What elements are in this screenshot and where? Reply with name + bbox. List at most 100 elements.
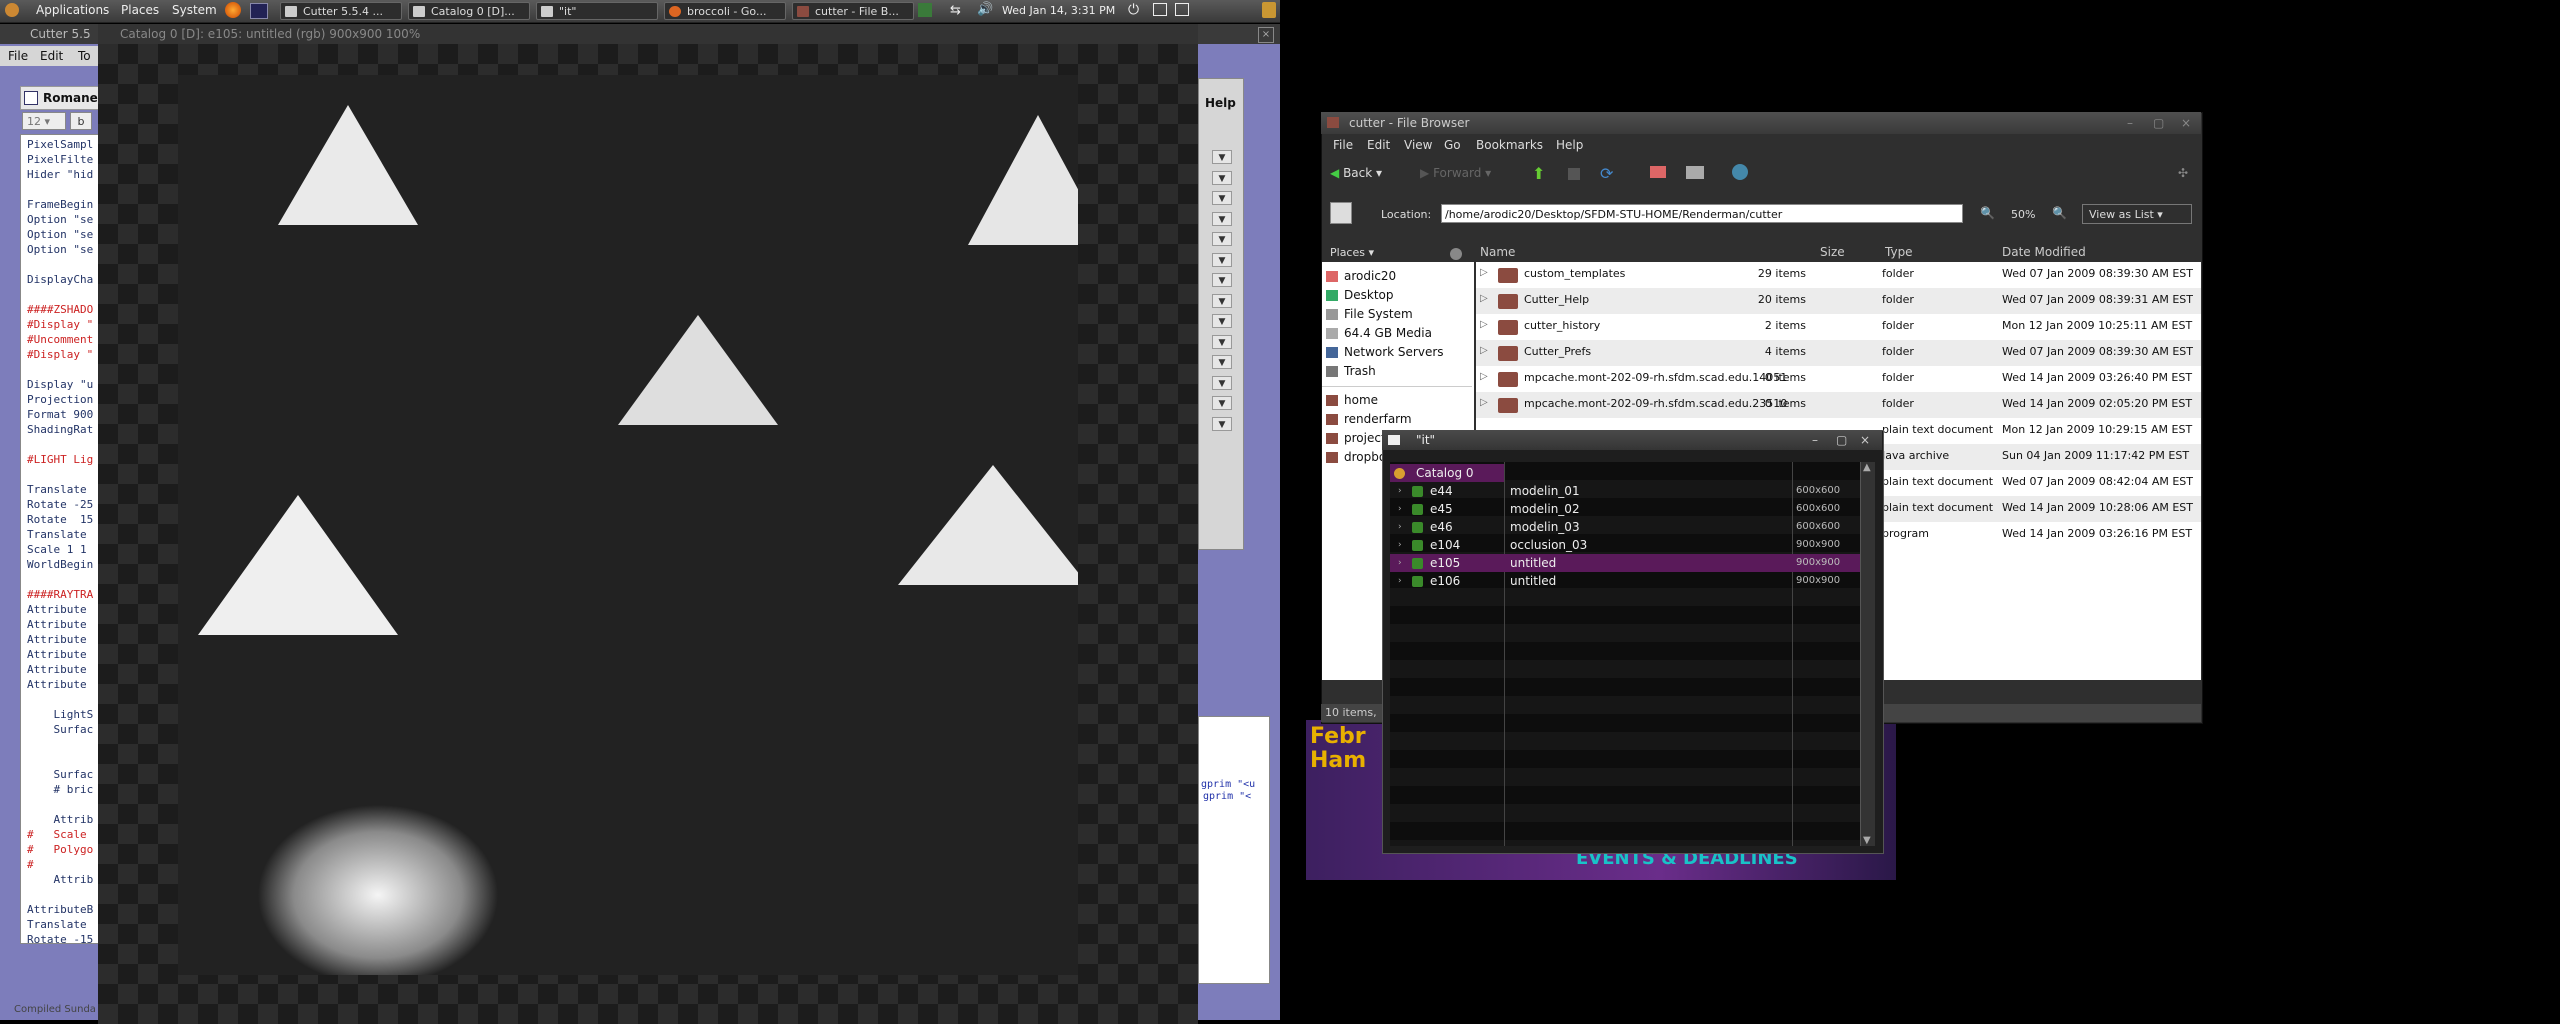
dropdown-arrow-icon[interactable]: ▼: [1212, 170, 1232, 185]
bold-button[interactable]: b: [70, 112, 92, 130]
zoom-out-icon[interactable]: 🔍: [1980, 206, 1995, 220]
volume-icon[interactable]: 🔊: [977, 2, 993, 17]
dropdown-arrow-icon[interactable]: ▼: [1212, 273, 1232, 287]
dropdown-arrow-icon[interactable]: ▼: [1212, 355, 1232, 369]
expander-icon[interactable]: ›: [1398, 536, 1402, 554]
scroll-up-icon[interactable]: ▲: [1863, 462, 1871, 473]
doc-tab[interactable]: Romanes: [20, 86, 105, 110]
firefox-icon[interactable]: [225, 2, 241, 18]
catalog-item[interactable]: › e106 untitled 900x900: [1390, 572, 1860, 590]
expander-icon[interactable]: ▷: [1480, 319, 1488, 330]
fb-menu-bookmarks[interactable]: Bookmarks: [1476, 138, 1543, 152]
task-cutter[interactable]: Cutter 5.5.4 ...: [280, 2, 402, 20]
expander-icon[interactable]: ▷: [1480, 267, 1488, 278]
stop-icon[interactable]: [1568, 168, 1580, 180]
catalog-item[interactable]: › e44 modelin_01 600x600: [1390, 482, 1860, 500]
close-icon[interactable]: ×: [1258, 27, 1274, 43]
fb-menu-file[interactable]: File: [1333, 138, 1353, 152]
show-desktop-icon[interactable]: [1153, 3, 1167, 16]
dropdown-arrow-icon[interactable]: ▼: [1212, 396, 1232, 410]
up-icon[interactable]: ⬆: [1532, 164, 1545, 183]
code-editor[interactable]: PixelSampl PixelFilte Hider "hid FrameBegin…: [20, 134, 102, 944]
computer-icon[interactable]: [1686, 166, 1704, 179]
expander-icon[interactable]: ▷: [1480, 371, 1488, 382]
minimize-icon[interactable]: –: [1812, 430, 1818, 450]
fb-menu-go[interactable]: Go: [1444, 138, 1461, 152]
edit-location-icon[interactable]: [1330, 202, 1352, 224]
dropdown-arrow-icon[interactable]: ▼: [1212, 232, 1232, 246]
dropdown-arrow-icon[interactable]: ▼: [1212, 150, 1232, 164]
catalog-item[interactable]: › e104 occlusion_03 900x900: [1390, 536, 1860, 554]
place-item[interactable]: 64.4 GB Media: [1322, 325, 1472, 343]
workspace-icon[interactable]: [918, 3, 932, 17]
zoom-level[interactable]: 50%: [2011, 208, 2035, 221]
close-sidebar-icon[interactable]: [1450, 248, 1462, 260]
network-icon[interactable]: ⇆: [950, 3, 961, 18]
place-item[interactable]: Desktop: [1322, 287, 1472, 305]
expander-icon[interactable]: ▷: [1480, 293, 1488, 304]
fb-menu-edit[interactable]: Edit: [1367, 138, 1390, 152]
place-item[interactable]: Network Servers: [1322, 344, 1472, 362]
clock[interactable]: Wed Jan 14, 3:31 PM: [1002, 4, 1115, 17]
view-mode-select[interactable]: View as List ▾: [2082, 204, 2192, 224]
place-item[interactable]: File System: [1322, 306, 1472, 324]
catalog-item[interactable]: › e105 untitled 900x900: [1390, 554, 1860, 572]
dropdown-arrow-icon[interactable]: ▼: [1212, 416, 1232, 431]
catalog-root[interactable]: Catalog 0: [1390, 464, 1504, 482]
font-size-select[interactable]: 12 ▾: [22, 112, 66, 130]
fb-menu-view[interactable]: View: [1404, 138, 1432, 152]
file-row[interactable]: ▷ mpcache.mont-202-09-rh.sfdm.scad.edu.23…: [1476, 392, 2201, 418]
file-row[interactable]: ▷ cutter_history 2 items folder Mon 12 Jan 2…: [1476, 314, 2201, 340]
close-icon[interactable]: ×: [2181, 112, 2191, 134]
it-scrollbar[interactable]: ▲ ▼: [1860, 462, 1875, 846]
search-icon[interactable]: [1732, 164, 1748, 180]
dropdown-arrow-icon[interactable]: ▼: [1212, 191, 1232, 205]
forward-button[interactable]: ▶ Forward ▾: [1420, 166, 1491, 180]
catalog-item[interactable]: › e45 modelin_02 600x600: [1390, 500, 1860, 518]
place-item[interactable]: arodic20: [1322, 268, 1472, 286]
dropdown-arrow-icon[interactable]: ▼: [1212, 375, 1232, 390]
menu-file[interactable]: File: [8, 49, 28, 63]
place-item[interactable]: home: [1322, 392, 1472, 410]
maximize-icon[interactable]: ▢: [1836, 430, 1847, 450]
system-menu[interactable]: System: [172, 3, 217, 17]
power-icon[interactable]: ⏻: [1128, 2, 1139, 18]
catalog-item[interactable]: › e46 modelin_03 600x600: [1390, 518, 1860, 536]
dropdown-arrow-icon[interactable]: ▼: [1212, 314, 1232, 328]
expander-icon[interactable]: ›: [1398, 554, 1402, 572]
dropdown-arrow-icon[interactable]: ▼: [1212, 252, 1232, 267]
zoom-in-icon[interactable]: 🔍: [2052, 206, 2067, 220]
location-field[interactable]: /home/arodic20/Desktop/SFDM-STU-HOME/Ren…: [1441, 204, 1963, 223]
places-menu[interactable]: Places: [121, 3, 159, 17]
fb-menu-help[interactable]: Help: [1556, 138, 1583, 152]
gnome-foot-icon[interactable]: [5, 3, 19, 17]
expander-icon[interactable]: ›: [1398, 518, 1402, 536]
maximize-icon[interactable]: ▢: [2153, 112, 2164, 134]
applications-menu[interactable]: Applications: [36, 3, 109, 17]
task-catalog[interactable]: Catalog 0 [D]...: [408, 2, 530, 20]
dropdown-arrow-icon[interactable]: ▼: [1212, 334, 1232, 349]
file-row[interactable]: ▷ mpcache.mont-202-09-rh.sfdm.scad.edu.14…: [1476, 366, 2201, 392]
dropdown-arrow-icon[interactable]: ▼: [1212, 293, 1232, 308]
back-button[interactable]: ◀ Back ▾: [1330, 166, 1382, 180]
dropdown-arrow-icon[interactable]: ▼: [1212, 211, 1232, 226]
col-type[interactable]: Type: [1885, 242, 1913, 262]
scroll-down-icon[interactable]: ▼: [1863, 835, 1871, 846]
col-date[interactable]: Date Modified: [2002, 242, 2086, 262]
terminal-icon[interactable]: [250, 3, 268, 19]
file-row[interactable]: ▷ Cutter_Prefs 4 items folder Wed 07 Jan 200…: [1476, 340, 2201, 366]
task-broccoli[interactable]: broccoli - Go...: [664, 2, 786, 20]
task-file-browser[interactable]: cutter - File B...: [792, 2, 914, 20]
col-size[interactable]: Size: [1820, 242, 1845, 262]
task-it[interactable]: "it": [536, 2, 658, 20]
expander-icon[interactable]: ›: [1398, 572, 1402, 590]
menu-tools[interactable]: To: [78, 49, 91, 63]
window-list-icon[interactable]: [1175, 3, 1189, 16]
places-selector[interactable]: Places ▾: [1330, 246, 1374, 259]
close-icon[interactable]: ×: [1860, 430, 1870, 450]
expander-icon[interactable]: ▷: [1480, 345, 1488, 356]
home-icon[interactable]: [1650, 166, 1666, 178]
place-item[interactable]: renderfarm: [1322, 411, 1472, 429]
help-button[interactable]: Help: [1205, 96, 1236, 110]
col-name[interactable]: Name: [1480, 242, 1515, 262]
